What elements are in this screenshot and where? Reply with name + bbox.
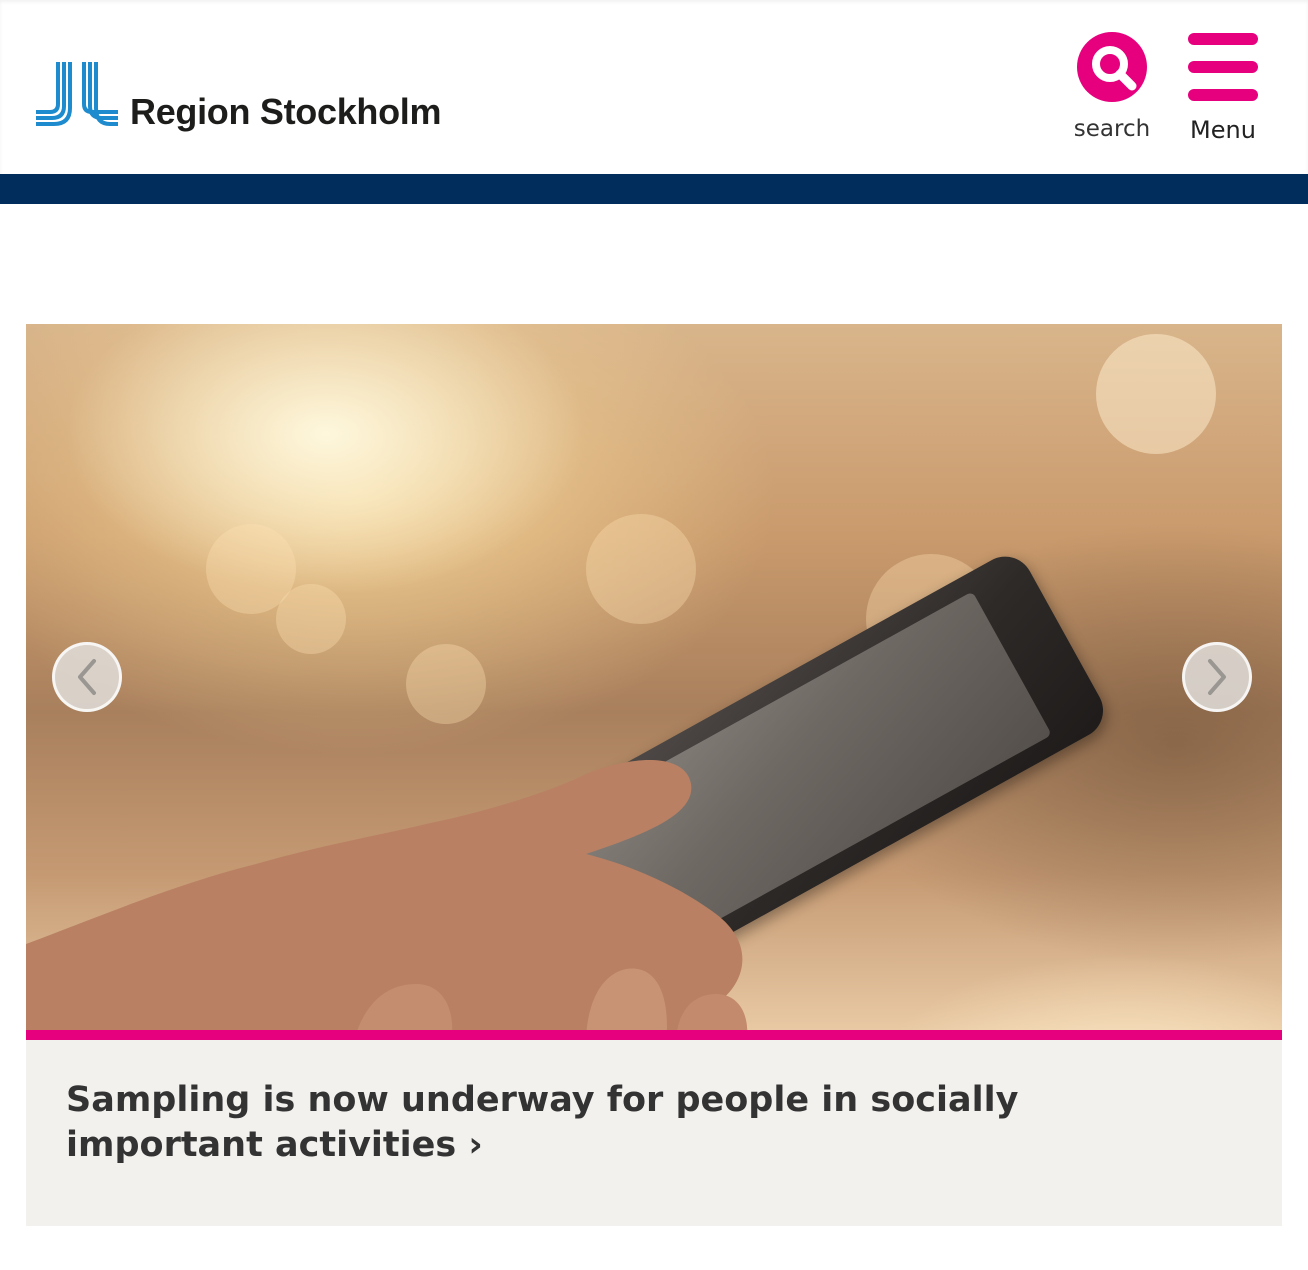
carousel-prev-button[interactable] [52, 642, 122, 712]
caption-arrow: › [468, 1125, 483, 1165]
hand-illustration [26, 760, 748, 1030]
region-stockholm-logo-icon [36, 62, 118, 126]
slide-caption-box: Sampling is now underway for people in s… [26, 1040, 1282, 1226]
slide-caption-link[interactable]: Sampling is now underway for people in s… [66, 1078, 1166, 1168]
page: Region Stockholm search Menu Sampling is… [0, 0, 1308, 1270]
slide-image [26, 324, 1282, 1030]
caption-accent-rule [26, 1030, 1282, 1040]
search-icon [1077, 32, 1147, 102]
search-button[interactable]: search [1066, 30, 1158, 148]
search-label: search [1073, 116, 1151, 142]
carousel-next-button[interactable] [1182, 642, 1252, 712]
logo-text: Region Stockholm [130, 91, 442, 132]
slide-caption-text: Sampling is now underway for people in s… [66, 1080, 1019, 1165]
hero-carousel: Sampling is now underway for people in s… [26, 324, 1282, 1226]
chevron-right-icon [1208, 659, 1226, 695]
chevron-left-icon [78, 659, 96, 695]
menu-button[interactable]: Menu [1180, 30, 1266, 148]
menu-label: Menu [1190, 116, 1256, 144]
logo-link[interactable]: Region Stockholm [34, 52, 442, 132]
header-divider-band [0, 174, 1308, 204]
site-header: Region Stockholm search Menu [0, 0, 1308, 174]
